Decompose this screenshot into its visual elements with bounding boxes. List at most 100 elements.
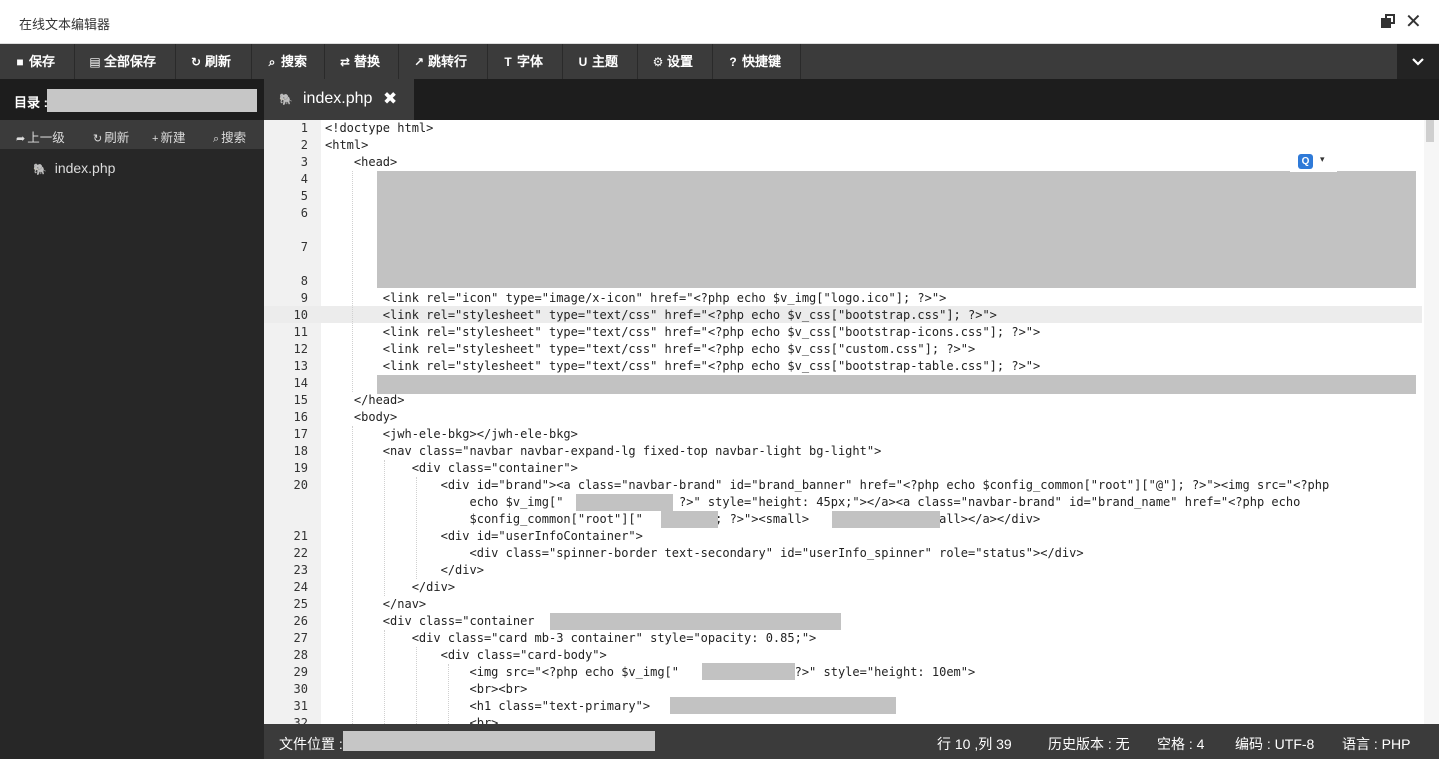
directory-input[interactable] <box>47 89 257 112</box>
goto-line-button[interactable]: ↗ 跳转行 <box>399 44 488 79</box>
line-number: 13 <box>293 359 308 373</box>
settings-button[interactable]: ⚙ 设置 <box>638 44 713 79</box>
code-line: </div> <box>325 563 484 577</box>
search-icon: ⌕ <box>268 55 276 69</box>
new-file-button[interactable]: + 新建 <box>152 127 185 146</box>
line-number: 9 <box>300 291 308 305</box>
copy-icon: ▤ <box>89 55 101 69</box>
line-number: 8 <box>300 274 308 288</box>
indent-guide <box>416 477 417 579</box>
search-files-button[interactable]: ⌕ 搜索 <box>213 127 246 146</box>
restore-window-icon[interactable] <box>1381 14 1397 30</box>
code-line: <br><br> <box>325 682 528 696</box>
gear-icon: ⚙ <box>652 55 664 69</box>
sidebar-actions: ➦ 上一级 ↻ 刷新 + 新建 ⌕ 搜索 <box>0 120 264 149</box>
history-versions[interactable]: 历史版本 : 无 <box>1048 734 1130 754</box>
scroll-thumb[interactable] <box>1426 120 1434 142</box>
title-bar: 在线文本编辑器 ✕ <box>0 0 1439 44</box>
code-line: <nav class="navbar navbar-expand-lg fixe… <box>325 444 882 458</box>
font-button[interactable]: T 字体 <box>488 44 563 79</box>
redacted-block <box>670 697 896 714</box>
directory-row: 目录 : <box>0 79 264 120</box>
line-number: 31 <box>293 699 308 713</box>
line-number: 30 <box>293 682 308 696</box>
file-location-field <box>343 731 655 751</box>
line-number: 4 <box>300 172 308 186</box>
shortcuts-button[interactable]: ? 快捷键 <box>713 44 801 79</box>
save-button[interactable]: ■ 保存 <box>0 44 75 79</box>
redacted-block <box>550 613 841 630</box>
line-number: 15 <box>293 393 308 407</box>
line-number: 11 <box>293 325 308 339</box>
search-icon: ⌕ <box>213 133 220 145</box>
line-number: 25 <box>293 597 308 611</box>
file-item[interactable]: 🐘 index.php <box>33 160 115 176</box>
chevron-down-icon[interactable] <box>1397 44 1439 79</box>
file-location-label: 文件位置 : <box>279 736 343 752</box>
close-window-icon[interactable]: ✕ <box>1405 12 1422 32</box>
code-line: <link rel="stylesheet" type="text/css" h… <box>325 308 997 322</box>
redacted-block <box>377 171 1416 288</box>
code-line: <div id="userInfoContainer"> <box>325 529 643 543</box>
language-setting[interactable]: 语言 : PHP <box>1342 734 1410 754</box>
parent-dir-button[interactable]: ➦ 上一级 <box>16 127 65 146</box>
tab-index-php[interactable]: 🐘 index.php ✖ <box>264 79 414 120</box>
code-line: <body> <box>325 410 398 424</box>
save-all-button[interactable]: ▤ 全部保存 <box>75 44 176 79</box>
line-number: 29 <box>293 665 308 679</box>
line-number: 28 <box>293 648 308 662</box>
code-line: <img src="<?php echo $v_img[" "]; ?>" st… <box>325 665 976 679</box>
line-number: 3 <box>300 155 308 169</box>
file-sidebar: 目录 : ➦ 上一级 ↻ 刷新 + 新建 ⌕ 搜索 🐘 index.php <box>0 79 264 759</box>
refresh-dir-button[interactable]: ↻ 刷新 <box>93 127 129 146</box>
line-number: 32 <box>293 716 308 724</box>
code-line: </nav> <box>325 597 427 611</box>
line-number: 24 <box>293 580 308 594</box>
line-number: 19 <box>293 461 308 475</box>
refresh-icon: ↻ <box>93 133 103 145</box>
text-height-icon: T <box>504 55 512 69</box>
theme-button[interactable]: U 主题 <box>563 44 638 79</box>
line-number: 23 <box>293 563 308 577</box>
encoding-setting[interactable]: 编码 : UTF-8 <box>1235 734 1314 754</box>
line-number: 1 <box>300 121 308 135</box>
php-elephant-icon: 🐘 <box>33 164 47 176</box>
directory-label: 目录 : <box>14 95 48 110</box>
vertical-scrollbar[interactable] <box>1424 120 1439 724</box>
pushpin-icon: ↗ <box>413 55 425 69</box>
code-line: <div class="spinner-border text-secondar… <box>325 546 1084 560</box>
line-number: 27 <box>293 631 308 645</box>
code-line: echo $v_img[" "]; ?>" style="height: 45p… <box>325 495 1301 509</box>
redacted-block <box>377 375 1416 394</box>
line-number: 21 <box>293 529 308 543</box>
code-editor[interactable]: 1 <!doctype html> 2 <html> 3 <head> 4 5 6 7 8 9 <l… <box>264 120 1439 724</box>
question-icon: ? <box>729 55 737 69</box>
share-arrow-icon: ➦ <box>16 133 26 145</box>
plus-icon: + <box>152 133 159 145</box>
php-elephant-icon: 🐘 <box>279 94 293 106</box>
line-number: 17 <box>293 427 308 441</box>
window-title: 在线文本编辑器 <box>19 17 111 32</box>
cursor-position: 行 10 ,列 39 <box>937 736 1012 752</box>
code-line: <div class="container"> <box>325 461 578 475</box>
indent-setting[interactable]: 空格 : 4 <box>1157 734 1204 754</box>
status-bar: 文件位置 : 行 10 ,列 39 历史版本 : 无 空格 : 4 编码 : U… <box>264 724 1439 759</box>
code-line: <link rel="stylesheet" type="text/css" h… <box>325 325 1041 339</box>
tab-close-icon[interactable]: ✖ <box>383 89 397 109</box>
line-number: 14 <box>293 376 308 390</box>
tab-bar: 🐘 index.php ✖ <box>264 79 1439 120</box>
code-line: <br> <box>325 716 499 724</box>
redacted-block <box>661 511 718 528</box>
code-line: </div> <box>325 580 456 594</box>
ime-indicator[interactable]: Q ▾ <box>1290 152 1337 172</box>
line-number: 5 <box>300 189 308 203</box>
code-line: </head> <box>325 393 405 407</box>
replace-icon: ⇄ <box>339 55 351 69</box>
line-number: 12 <box>293 342 308 356</box>
redacted-block <box>832 511 940 528</box>
code-line: <div id="brand"><a class="navbar-brand" … <box>325 478 1330 492</box>
refresh-button[interactable]: ↻ 刷新 <box>176 44 252 79</box>
redacted-block <box>702 663 795 680</box>
search-button[interactable]: ⌕ 搜索 <box>252 44 325 79</box>
replace-button[interactable]: ⇄ 替换 <box>325 44 399 79</box>
